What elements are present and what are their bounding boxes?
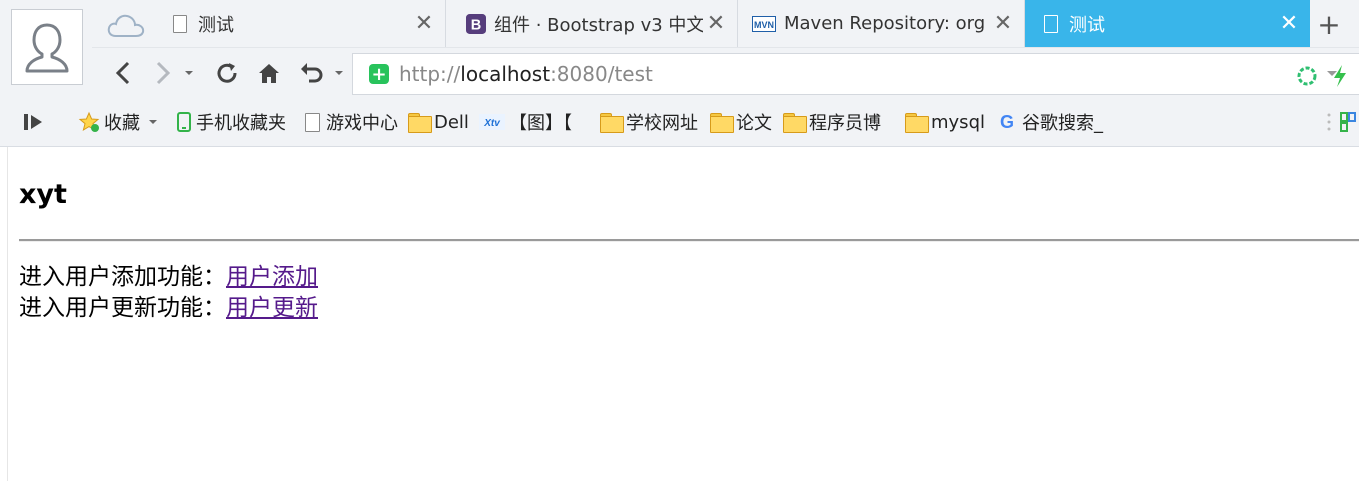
undo-icon	[301, 63, 323, 83]
bookmark-label: 谷歌搜索_	[1022, 113, 1103, 134]
url-scheme: http://	[399, 62, 461, 86]
bookmark-label: Dell	[434, 111, 469, 133]
tab-title: Maven Repository: org	[784, 13, 986, 34]
folder-icon	[408, 112, 432, 133]
bookmark-label: 程序员博	[809, 113, 881, 134]
speed-dial-icon[interactable]	[1296, 65, 1318, 87]
close-icon[interactable]: ✕	[411, 11, 437, 37]
page-icon	[302, 112, 322, 132]
add-user-link[interactable]: 用户添加	[226, 264, 318, 290]
close-icon[interactable]: ✕	[703, 11, 729, 37]
tab-test-1[interactable]: 测试 ✕	[170, 0, 446, 47]
browser-chrome: 测试 ✕ B 组件 · Bootstrap v3 中文 ✕ MVN Maven …	[0, 0, 1359, 147]
caret-down-icon	[185, 71, 193, 75]
navigation-bar: + http://localhost:8080/test	[92, 47, 1359, 99]
refresh-icon	[217, 63, 237, 83]
more-vertical-icon	[1327, 113, 1331, 131]
bookmark-folder-papers[interactable]: 论文	[710, 99, 772, 145]
page-heading: xyt	[19, 179, 67, 210]
google-icon: G	[996, 112, 1018, 132]
home-icon	[259, 64, 279, 83]
folder-icon	[600, 112, 624, 133]
caret-down-icon	[1327, 71, 1337, 76]
bookmark-folder-mysql[interactable]: mysql	[905, 99, 985, 145]
url-host: localhost	[460, 62, 551, 86]
tab-strip: 测试 ✕ B 组件 · Bootstrap v3 中文 ✕ MVN Maven …	[92, 0, 1359, 47]
bookmark-label: mysql	[931, 111, 985, 133]
svg-text:MVN: MVN	[754, 20, 774, 30]
bookmark-folder-programmer[interactable]: 程序员博	[783, 99, 881, 145]
bookmark-label: 学校网址	[626, 113, 698, 134]
bookmark-label: 游戏中心	[326, 113, 398, 134]
bookmarks-bar: 收藏 手机收藏夹 游戏中心 Dell Xtv 【图】【 学校网址 论文 程序员博…	[0, 99, 1359, 145]
add-user-line: 进入用户添加功能：用户添加	[19, 257, 318, 291]
svg-text:B: B	[471, 17, 482, 33]
update-user-link[interactable]: 用户更新	[226, 295, 318, 321]
add-user-text: 进入用户添加功能：	[19, 264, 226, 290]
caret-down-icon	[335, 71, 343, 75]
undo-close-button[interactable]	[296, 58, 326, 88]
tab-test-active[interactable]: 测试 ✕	[1025, 0, 1310, 47]
horizontal-rule	[19, 239, 1359, 242]
bookmark-favorites[interactable]: 收藏	[78, 99, 158, 145]
undo-dropdown[interactable]	[332, 58, 346, 88]
bookmark-google-search[interactable]: G 谷歌搜索_	[996, 99, 1103, 145]
bookmark-games[interactable]: 游戏中心	[302, 99, 398, 145]
new-tab-button[interactable]: +	[1309, 8, 1349, 41]
tab-title: 测试	[1069, 14, 1105, 36]
cloud-icon[interactable]	[106, 12, 146, 38]
close-icon[interactable]: ✕	[990, 11, 1016, 37]
bookmark-mobile[interactable]: 手机收藏夹	[176, 99, 286, 145]
bookmark-folder-dell[interactable]: Dell	[408, 99, 469, 145]
phone-icon	[176, 112, 192, 132]
url-path: :8080/test	[550, 62, 653, 86]
update-user-line: 进入用户更新功能：用户更新	[19, 288, 318, 322]
svg-text:G: G	[1000, 112, 1014, 132]
security-shield-icon: +	[369, 64, 389, 85]
page-icon	[1041, 14, 1061, 34]
bookmark-label: 收藏	[104, 113, 140, 134]
bookmark-label: 【图】【	[509, 113, 572, 134]
chevron-left-icon	[115, 61, 130, 85]
close-icon[interactable]: ✕	[1276, 11, 1302, 37]
reload-button[interactable]	[212, 58, 242, 88]
tab-title: 测试	[198, 14, 234, 36]
folder-icon	[783, 112, 807, 133]
address-bar[interactable]: + http://localhost:8080/test	[352, 53, 1359, 95]
tab-title: 组件 · Bootstrap v3 中文	[494, 14, 703, 36]
apps-grid-icon	[1340, 112, 1356, 132]
folder-icon	[905, 112, 929, 133]
bookmark-label: 论文	[736, 113, 772, 134]
chevron-right-icon	[156, 61, 171, 85]
bootstrap-icon: B	[466, 13, 486, 34]
tab-maven[interactable]: MVN Maven Repository: org ✕	[738, 0, 1025, 47]
home-button[interactable]	[254, 58, 284, 88]
caret-down-icon	[149, 120, 157, 124]
address-dropdown[interactable]	[1322, 58, 1342, 88]
update-user-text: 进入用户更新功能：	[19, 295, 226, 321]
mvn-icon: MVN	[752, 14, 776, 34]
bookmark-folder-school[interactable]: 学校网址	[600, 99, 698, 145]
page-icon	[170, 14, 190, 34]
xtv-icon: Xtv	[479, 112, 505, 132]
sidebar-toggle[interactable]	[22, 99, 48, 145]
folder-icon	[710, 112, 734, 133]
user-avatar[interactable]	[11, 9, 83, 85]
svg-text:Xtv: Xtv	[483, 118, 501, 129]
person-icon	[25, 23, 69, 73]
star-icon	[78, 111, 100, 132]
page-content: xyt 进入用户添加功能：用户添加 进入用户更新功能：用户更新	[7, 147, 1359, 481]
sidebar-arrow-icon	[24, 114, 42, 130]
bookmarks-overflow[interactable]	[1326, 99, 1356, 145]
tab-bootstrap[interactable]: B 组件 · Bootstrap v3 中文 ✕	[446, 0, 738, 47]
bookmark-label: 手机收藏夹	[196, 113, 286, 134]
forward-button[interactable]	[148, 58, 178, 88]
bookmark-xtv[interactable]: Xtv 【图】【	[479, 99, 572, 145]
history-dropdown[interactable]	[182, 58, 196, 88]
back-button[interactable]	[108, 58, 138, 88]
